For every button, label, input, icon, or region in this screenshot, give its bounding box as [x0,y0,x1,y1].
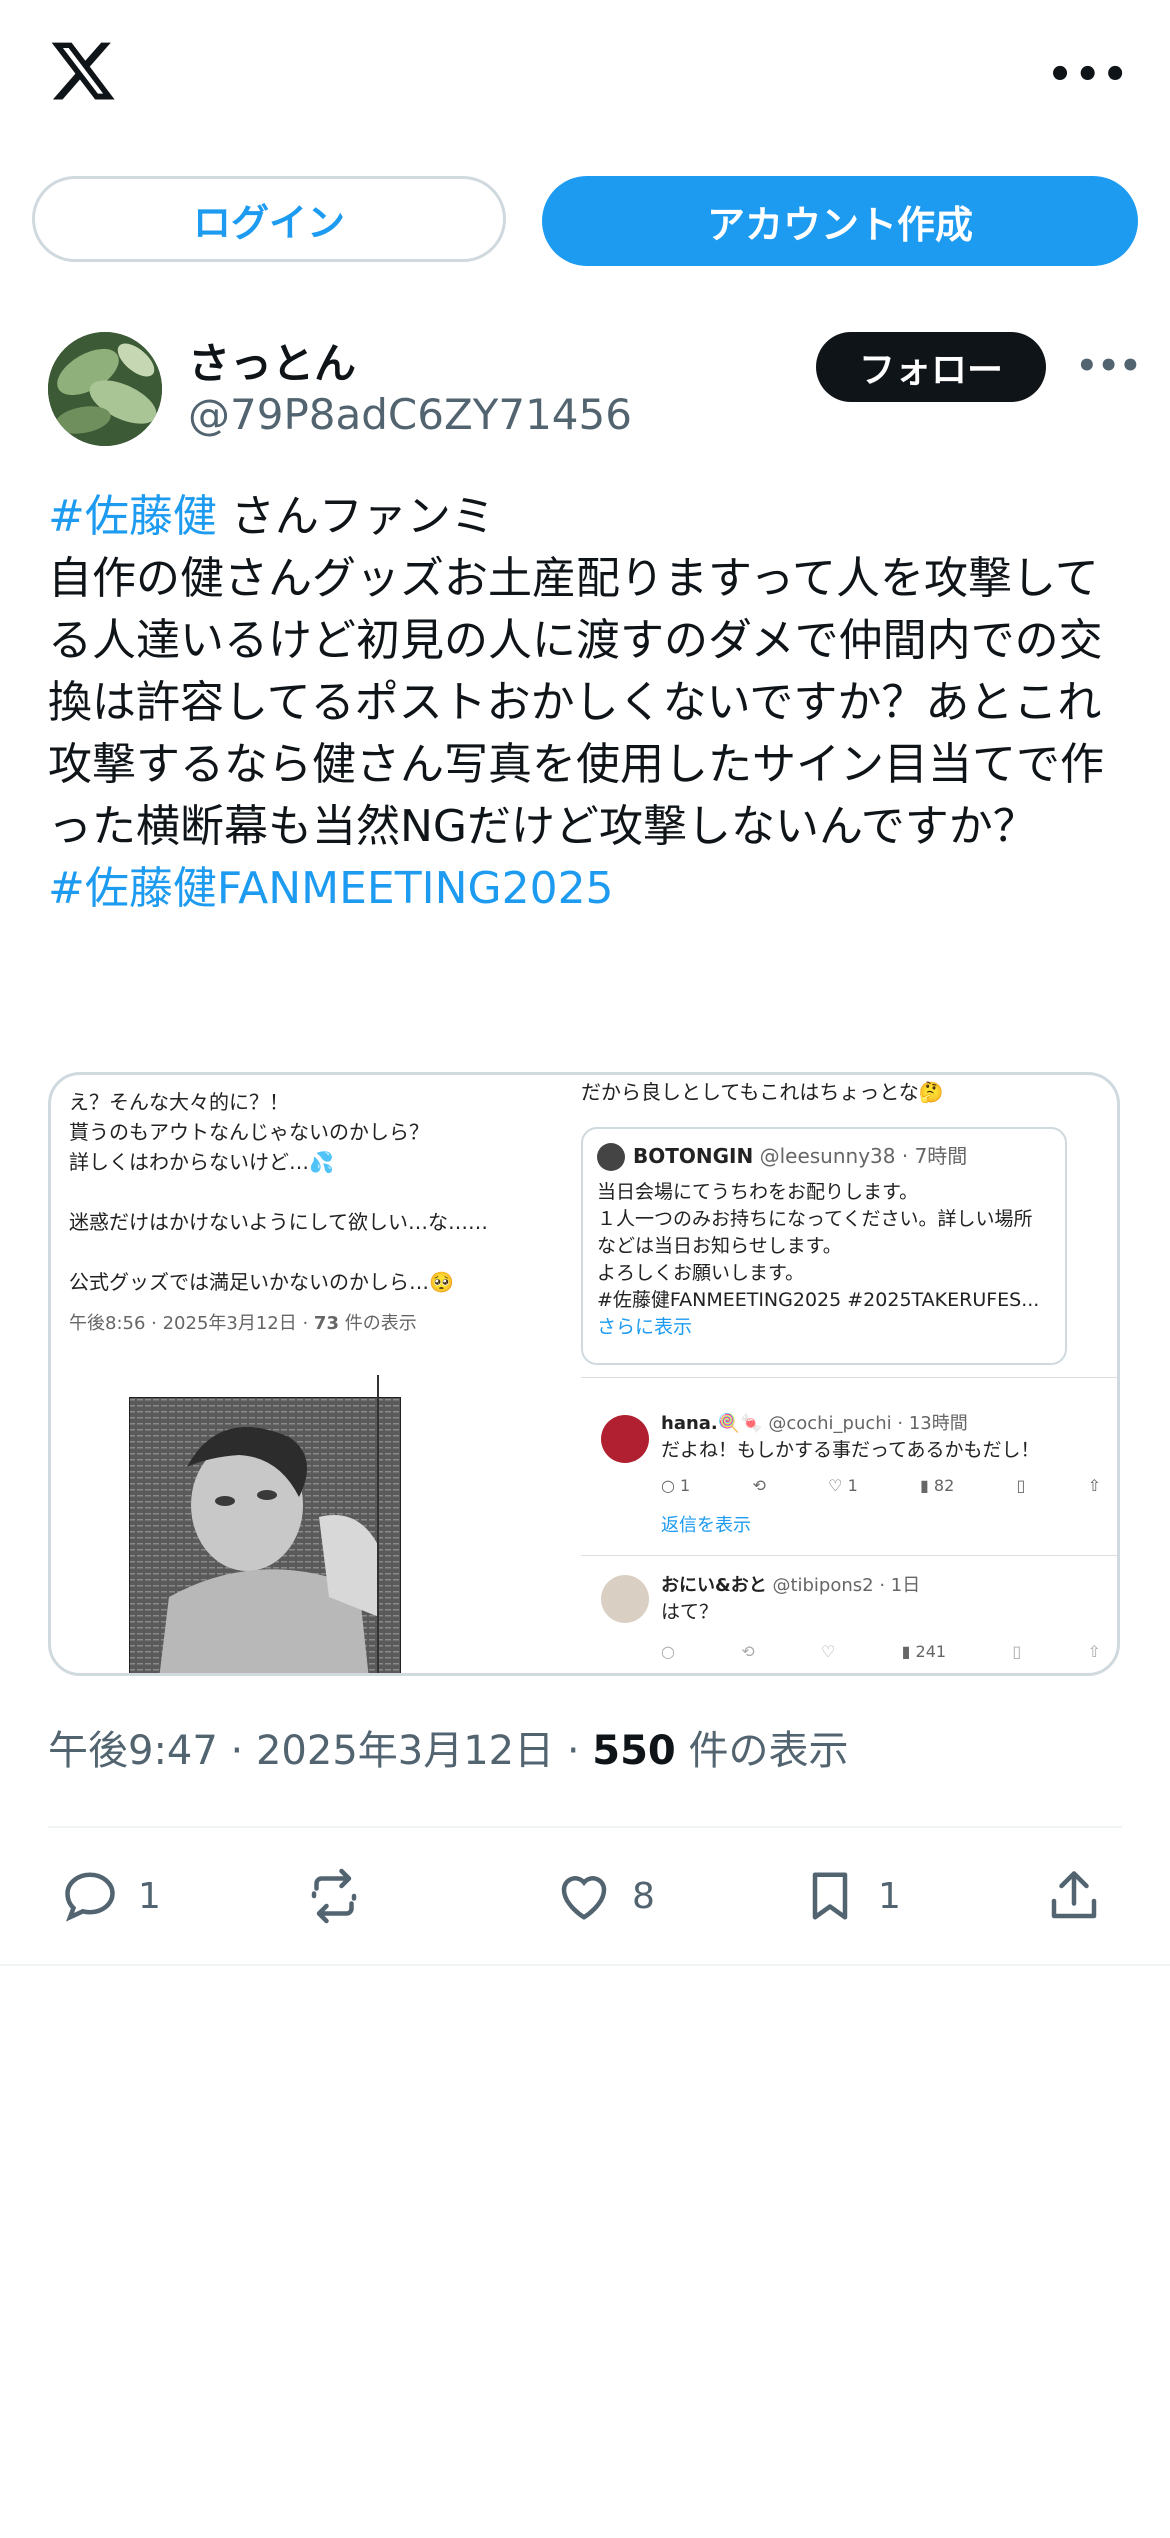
more-options-icon[interactable]: ••• [1047,52,1130,98]
reply2-repost-icon: ⟲ [741,1642,755,1661]
reply2-bookmark-icon: ▯ [1012,1642,1022,1661]
reply1-reply-count: ○ 1 [661,1476,691,1495]
reply1-name: hana.🍭🍬 [661,1413,763,1434]
reply1-text: だよね！もしかする事だってあるかもだし！ [661,1439,1040,1461]
x-logo-icon[interactable] [48,36,118,106]
hashtag-link[interactable]: #佐藤健 [48,491,217,542]
media-right-top: だから良しとしてもこれはちょっとな🤔 [581,1080,944,1104]
like-button[interactable]: 8 [554,1856,655,1936]
divider [0,1964,1170,1966]
reply2-handle: @tibipons2 · 1日 [772,1575,921,1596]
media-text-line: 詳しくはわからないけど…💦 [69,1150,334,1174]
quoted-post: BOTONGIN @leesunny38 · 7時間 当日会場にてうちわをお配り… [581,1127,1067,1365]
post-action-bar: 1 8 1 [48,1856,1122,1936]
avatar[interactable] [48,332,162,446]
bookmark-count: 1 [878,1875,901,1917]
reply1-like-count: ♡ 1 [828,1476,858,1495]
quote-name: BOTONGIN [633,1144,754,1168]
share-icon [1051,1871,1097,1919]
media-text-gap [69,1237,569,1267]
quote-handle: @leesunny38 · 7時間 [759,1144,968,1168]
quote-line: #佐藤健FANMEETING2025 #2025TAKERUFES... [597,1289,1040,1311]
reply2-reply-icon: ○ [661,1642,675,1661]
media-separator [581,1377,1117,1378]
author-handle[interactable]: @79P8adC6ZY71456 [188,390,632,439]
reply2-share-icon: ⇧ [1087,1642,1101,1661]
media-text-line: 迷惑だけはかけないようにして欲しい…な…… [69,1210,488,1234]
top-bar: ••• [0,0,1170,140]
quote-body: 当日会場にてうちわをお配りします。 １人一つのみお持ちになってください。詳しい場… [597,1179,1057,1341]
reply1-avatar [601,1415,649,1463]
reply2-name: おにい&おと [661,1575,767,1596]
quote-line: よろしくお願いします。 [597,1262,805,1284]
reply1-repost-icon: ⟲ [752,1476,766,1495]
media-meta-views: 73 [313,1313,339,1334]
reply1-handle: @cochi_puchi · 13時間 [768,1413,968,1434]
show-replies-link: 返信を表示 [661,1515,751,1536]
media-left-panel: え？そんな大々的に？！ 貰うのもアウトなんじゃないのかしら？ 詳しくはわからない… [51,1075,581,1673]
quote-line: 当日会場にてうちわをお配りします。 [597,1181,919,1203]
media-text-gap [69,1177,569,1207]
reply2-views: ▮ 241 [901,1642,947,1661]
heart-icon [561,1876,607,1920]
media-left-text: え？そんな大々的に？！ 貰うのもアウトなんじゃないのかしら？ 詳しくはわからない… [69,1087,569,1339]
post-meta: 午後9:47 · 2025年3月12日 · 550 件の表示 [48,1718,848,1776]
media-separator [581,1555,1117,1556]
reply1-share-icon: ⇧ [1087,1476,1101,1495]
quote-line: などは当日お知らせします。 [597,1235,842,1257]
signup-button[interactable]: アカウント作成 [542,176,1138,266]
media-text-line: 貰うのもアウトなんじゃないのかしら？ [69,1120,429,1144]
repost-icon [311,1868,357,1924]
media-right-panel: だから良しとしてもこれはちょっとな🤔 BOTONGIN @leesunny38 … [581,1075,1117,1673]
post-timestamp[interactable]: 午後9:47 · 2025年3月12日 · [48,1728,592,1774]
post-text-line: さんファンミ [216,491,495,542]
author-name[interactable]: さっとん [188,330,356,391]
login-button[interactable]: ログイン [32,176,506,262]
like-count: 8 [632,1875,655,1917]
repost-button[interactable] [304,1856,382,1936]
media-divider [377,1375,379,1673]
poster-photo [129,1397,401,1673]
reply2-text: はて？ [661,1601,719,1623]
reply-button[interactable]: 1 [60,1856,161,1936]
media-meta-time: 午後8:56 · 2025年3月12日 · [69,1313,314,1334]
divider [48,1826,1122,1828]
post-media[interactable]: え？そんな大々的に？！ 貰うのもアウトなんじゃないのかしら？ 詳しくはわからない… [48,1072,1120,1676]
reply2-actions: ○ ⟲ ♡ ▮ 241 ▯ ⇧ [661,1637,1101,1667]
reply1-actions: ○ 1 ⟲ ♡ 1 ▮ 82 ▯ ⇧ [661,1471,1101,1501]
post-text: #佐藤健 さんファンミ 自作の健さんグッズお土産配りますって人を攻撃してる人達い… [48,486,1128,920]
post-body: 自作の健さんグッズお土産配りますって人を攻撃してる人達いるけど初見の人に渡すのダ… [48,553,1104,852]
quote-header: BOTONGIN @leesunny38 · 7時間 [633,1141,967,1171]
reply1-views: ▮ 82 [920,1476,955,1495]
auth-buttons: ログイン アカウント作成 [32,176,1138,266]
bookmark-icon [812,1872,848,1920]
post-view-count: 550 [592,1728,676,1774]
media-meta-suffix: 件の表示 [338,1313,417,1334]
bookmark-button[interactable]: 1 [800,1856,901,1936]
post-view-suffix: 件の表示 [675,1728,849,1774]
hashtag-link[interactable]: #佐藤健FANMEETING2025 [48,863,614,914]
media-left-meta: 午後8:56 · 2025年3月12日 · 73 件の表示 [69,1309,569,1339]
reply-count: 1 [138,1875,161,1917]
quote-show-more: さらに表示 [597,1316,693,1338]
follow-button[interactable]: フォロー [816,332,1046,402]
reply-icon [65,1872,115,1922]
media-text-line: え？そんな大々的に？！ [69,1090,289,1114]
reply2-like-icon: ♡ [821,1642,836,1661]
reply2-avatar [601,1575,649,1623]
quote-line: １人一つのみお持ちになってください。詳しい場所 [597,1208,1033,1230]
post-more-icon[interactable]: ••• [1076,346,1141,386]
quote-avatar [597,1143,625,1171]
reply1-bookmark-icon: ▯ [1016,1476,1026,1495]
share-button[interactable] [1044,1856,1104,1936]
media-text-line: 公式グッズでは満足いかないのかしら…🥺 [69,1270,454,1294]
